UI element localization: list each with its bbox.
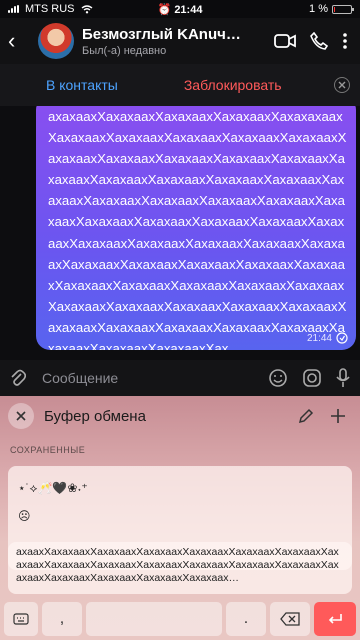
contact-name: Безмозглый KAnuчикКАnuч… (82, 25, 242, 43)
close-clipboard-button[interactable] (8, 403, 34, 429)
edit-icon[interactable] (298, 408, 314, 424)
unknown-contact-banner: В контакты Заблокировать (0, 64, 360, 106)
add-icon[interactable] (330, 408, 346, 424)
back-icon[interactable]: ‹ (8, 28, 30, 54)
contact-status: Был(-а) недавно (82, 44, 167, 57)
clipboard-item-line: ☹ (18, 509, 31, 523)
message-input[interactable]: Сообщение (42, 370, 268, 386)
backspace-icon (280, 612, 300, 626)
attach-icon[interactable] (10, 369, 26, 387)
keyboard-row: , . (0, 600, 360, 640)
close-icon (16, 411, 26, 421)
video-call-icon[interactable] (274, 33, 296, 49)
section-label: СОХРАНЕННЫЕ (10, 445, 86, 455)
backspace-key[interactable] (270, 602, 310, 636)
clipboard-item-text-content: axaaxXaxaxaaxXaxaxaaxXaxaxaaxXaxaxaaxXax… (16, 546, 339, 584)
period-key[interactable]: . (226, 602, 266, 636)
contact-info[interactable]: Безмозглый KAnuчикКАnuч… Был(-а) недавно (82, 26, 242, 57)
enter-key[interactable] (314, 602, 356, 636)
clipboard-item-text[interactable]: axaaxXaxaxaaxXaxaxaaxXaxaxaaxXaxaxaaxXax… (8, 542, 352, 594)
keyboard-switch-key[interactable] (4, 602, 38, 636)
microphone-icon[interactable] (336, 368, 350, 388)
message-time: 21:44 (306, 332, 332, 344)
add-contact-button[interactable]: В контакты (46, 77, 118, 93)
clipboard-title: Буфер обмена (44, 407, 146, 425)
space-key[interactable] (86, 602, 222, 636)
keyboard-icon (13, 613, 29, 625)
message-bubble[interactable]: axaxaaxXaxaxaaxXaxaxaaxXaxaxaaxXaxaxaxaa… (36, 96, 356, 350)
read-status-icon (336, 332, 348, 344)
alarm-icon: ⏰ (157, 3, 175, 16)
clock: 21:44 (174, 3, 203, 16)
battery-icon (332, 4, 354, 14)
avatar[interactable] (38, 23, 74, 59)
phone-icon[interactable] (310, 32, 328, 50)
chat-header: ‹ Безмозглый KAnuчикКАnuч… Был(-а) недав… (0, 18, 360, 64)
emoji-icon[interactable] (268, 368, 288, 388)
close-banner-icon[interactable] (334, 77, 350, 93)
message-text: axaxaaxXaxaxaaxXaxaxaaxXaxaxaaxXaxaxaxaa… (48, 109, 347, 350)
message-composer: Сообщение (0, 360, 360, 396)
camera-icon[interactable] (302, 368, 322, 388)
enter-icon (328, 614, 342, 624)
block-button[interactable]: Заблокировать (184, 77, 282, 93)
status-bar: MTS RUS ⏰ 21:44 1 % (0, 0, 360, 18)
more-icon[interactable] (342, 32, 348, 50)
clipboard-item-line: ⋆˙⟡🥂🖤❀˖⁺ (18, 480, 88, 495)
comma-key[interactable]: , (42, 602, 82, 636)
